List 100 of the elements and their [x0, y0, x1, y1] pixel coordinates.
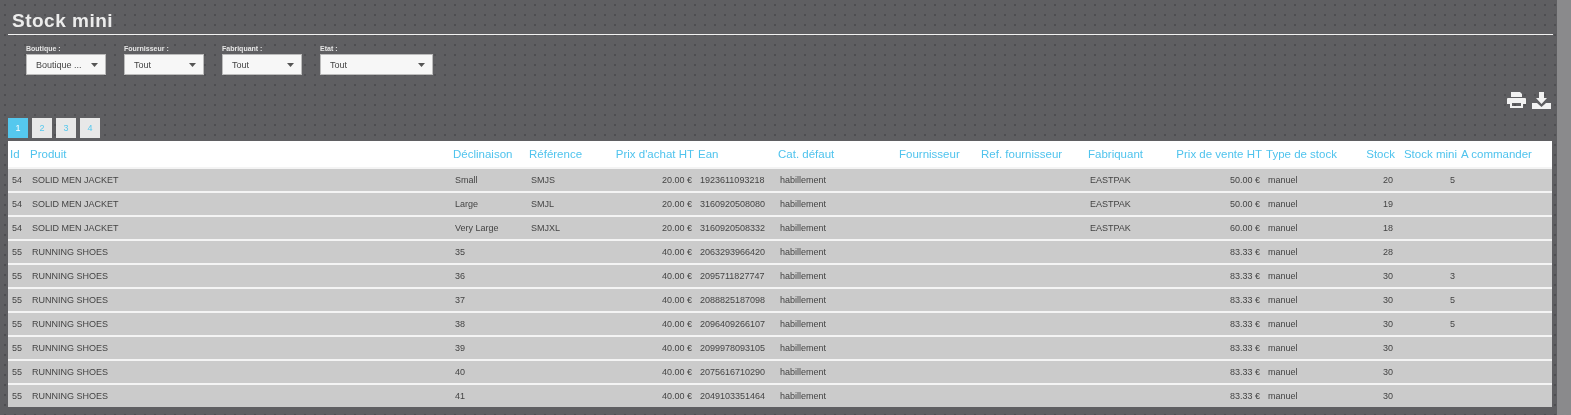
column-header[interactable]: Fournisseur — [897, 141, 979, 168]
table-cell: 55 — [8, 312, 28, 336]
table-cell: 41 — [451, 384, 527, 407]
filter-dropdown[interactable]: Tout — [320, 54, 433, 75]
caret-icon — [189, 62, 196, 67]
page-button[interactable]: 3 — [56, 118, 76, 138]
table-cell: 35 — [451, 240, 527, 264]
table-cell: 83.33 € — [1161, 384, 1264, 407]
column-header[interactable]: Type de stock — [1264, 141, 1350, 168]
column-header[interactable]: Id — [8, 141, 28, 168]
table-cell: 36 — [451, 264, 527, 288]
table-cell: 40.00 € — [599, 336, 696, 360]
column-header[interactable]: Ref. fournisseur — [979, 141, 1086, 168]
page-button[interactable]: 2 — [32, 118, 52, 138]
table-cell: habillement — [776, 192, 897, 216]
table-cell: 20.00 € — [599, 168, 696, 192]
print-icon[interactable] — [1507, 92, 1526, 108]
table-cell: 54 — [8, 216, 28, 240]
table-cell: 60.00 € — [1161, 216, 1264, 240]
table-cell: 18 — [1350, 216, 1397, 240]
scrollbar[interactable] — [1557, 0, 1571, 415]
table-cell: 3160920508332 — [696, 216, 776, 240]
filter-dropdown[interactable]: Tout — [222, 54, 302, 75]
table-cell: 39 — [451, 336, 527, 360]
table-cell: Very Large — [451, 216, 527, 240]
column-header[interactable]: Référence — [527, 141, 599, 168]
table-cell: EASTPAK — [1086, 216, 1161, 240]
table-cell: 50.00 € — [1161, 192, 1264, 216]
table-cell: EASTPAK — [1086, 192, 1161, 216]
table-cell: SOLID MEN JACKET — [28, 192, 451, 216]
table-cell: manuel — [1264, 336, 1350, 360]
column-header[interactable]: Cat. défaut — [776, 141, 897, 168]
page-button[interactable]: 4 — [80, 118, 100, 138]
table-cell: 19 — [1350, 192, 1397, 216]
filter-dropdown[interactable]: Tout — [124, 54, 204, 75]
caret-icon — [91, 62, 98, 67]
column-header[interactable]: Ean — [696, 141, 776, 168]
table-cell: 5 — [1397, 312, 1459, 336]
table-cell: 40.00 € — [599, 264, 696, 288]
table-cell: 20.00 € — [599, 216, 696, 240]
table-cell: habillement — [776, 288, 897, 312]
table-cell: manuel — [1264, 216, 1350, 240]
table-cell: SMJL — [527, 192, 599, 216]
table-cell: habillement — [776, 168, 897, 192]
table-cell: manuel — [1264, 168, 1350, 192]
table-cell: 20 — [1350, 168, 1397, 192]
table-cell: 30 — [1350, 360, 1397, 384]
table-cell: RUNNING SHOES — [28, 264, 451, 288]
table-cell: 40.00 € — [599, 360, 696, 384]
table-cell: habillement — [776, 216, 897, 240]
page-title: Stock mini — [12, 10, 115, 32]
table-cell: habillement — [776, 264, 897, 288]
column-header[interactable]: Stock mini — [1397, 141, 1459, 168]
table-cell: habillement — [776, 384, 897, 407]
table-cell: 30 — [1350, 336, 1397, 360]
table-cell: 5 — [1397, 288, 1459, 312]
table-cell: 30 — [1350, 264, 1397, 288]
table-cell: 55 — [8, 384, 28, 407]
table-cell: habillement — [776, 240, 897, 264]
download-icon[interactable] — [1532, 92, 1551, 109]
table-cell: RUNNING SHOES — [28, 288, 451, 312]
table-cell: manuel — [1264, 288, 1350, 312]
column-header[interactable]: Fabriquant — [1086, 141, 1161, 168]
table-cell: 1923611093218 — [696, 168, 776, 192]
table-cell: 2096409266107 — [696, 312, 776, 336]
table-cell: 2063293966420 — [696, 240, 776, 264]
table-cell: 2049103351464 — [696, 384, 776, 407]
table-cell: 40.00 € — [599, 240, 696, 264]
table-cell: Large — [451, 192, 527, 216]
table-cell: 55 — [8, 240, 28, 264]
filter-dropdown[interactable]: Boutique ... — [26, 54, 106, 75]
column-header[interactable]: Stock — [1350, 141, 1397, 168]
table-cell: 3160920508080 — [696, 192, 776, 216]
table-cell: 54 — [8, 168, 28, 192]
column-header[interactable]: Déclinaison — [451, 141, 527, 168]
column-header[interactable]: Prix de vente HT — [1161, 141, 1264, 168]
table-cell: RUNNING SHOES — [28, 240, 451, 264]
table-cell: 83.33 € — [1161, 312, 1264, 336]
table-cell: SOLID MEN JACKET — [28, 168, 451, 192]
table-cell: 40.00 € — [599, 384, 696, 407]
table-cell: SMJXL — [527, 216, 599, 240]
table-cell: SMJS — [527, 168, 599, 192]
caret-icon — [287, 62, 294, 67]
table-cell: 83.33 € — [1161, 336, 1264, 360]
table-cell: 83.33 € — [1161, 240, 1264, 264]
table-cell: 5 — [1397, 168, 1459, 192]
table-cell: 40 — [451, 360, 527, 384]
table-cell: RUNNING SHOES — [28, 336, 451, 360]
column-header[interactable]: Prix d'achat HT — [599, 141, 696, 168]
column-header[interactable]: A commander — [1459, 141, 1552, 168]
table-cell: 30 — [1350, 288, 1397, 312]
table-cell: 20.00 € — [599, 192, 696, 216]
page-button[interactable]: 1 — [8, 118, 28, 138]
column-header[interactable]: Produit — [28, 141, 451, 168]
table-cell: habillement — [776, 312, 897, 336]
table-cell: RUNNING SHOES — [28, 384, 451, 407]
table-cell: 3 — [1397, 264, 1459, 288]
table-cell: 83.33 € — [1161, 264, 1264, 288]
table-cell: 54 — [8, 192, 28, 216]
table-cell: EASTPAK — [1086, 168, 1161, 192]
